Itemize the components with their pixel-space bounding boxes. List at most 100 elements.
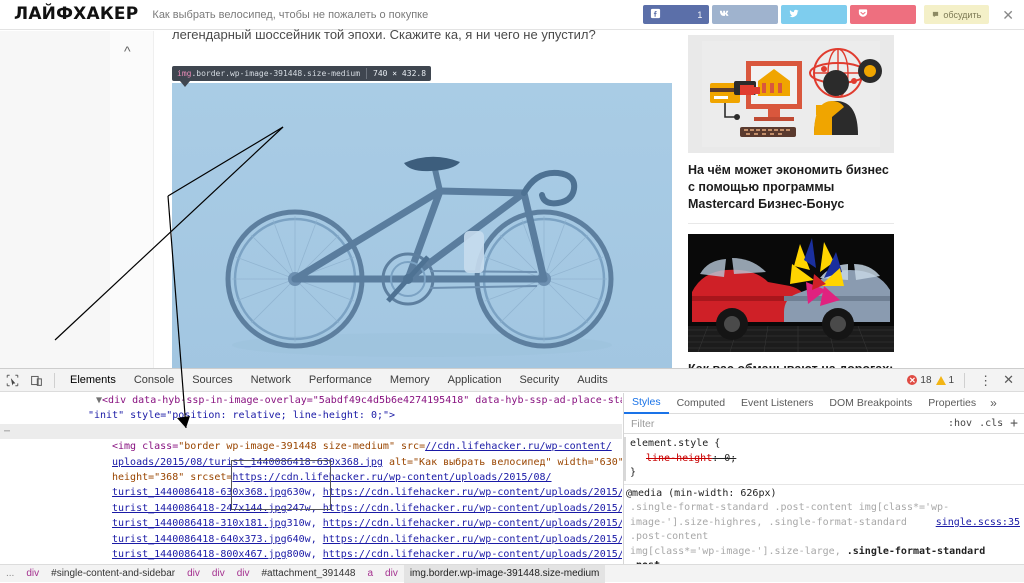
styles-more-tabs-icon[interactable]: » <box>984 396 1003 410</box>
right-gutter <box>910 31 1024 368</box>
toggle-device-toolbar-icon[interactable] <box>24 369 48 392</box>
styles-filter-row: Filter :hov .cls + <box>624 414 1024 434</box>
css-property[interactable]: line-height <box>646 453 712 464</box>
dom-line[interactable]: <img class="border wp-image-391448 size-… <box>0 439 622 454</box>
dom-link[interactable]: turist_1440086418-640x373.jpg <box>112 534 287 545</box>
dom-code: alt="Как выбрать велосипед" width="630" <box>382 456 622 468</box>
styles-tabs: Styles Computed Event Listeners DOM Brea… <box>624 393 1024 414</box>
devtools-tab-sources[interactable]: Sources <box>183 369 241 392</box>
sidebar-ad-item[interactable]: Как вас обманывают на дорогах: уловки из… <box>688 233 894 368</box>
devtools-tab-audits[interactable]: Audits <box>568 369 617 392</box>
article-paragraph-fragment: легендарный шоссейник той эпохи. Скажите… <box>172 27 596 42</box>
dom-code: "init" style="position: relative; line-h… <box>88 410 396 422</box>
dom-ellipsis[interactable]: ⋯ <box>4 424 10 439</box>
stylesheet-source-link[interactable]: single.scss:35 <box>936 516 1020 531</box>
devtools-tab-network[interactable]: Network <box>242 369 300 392</box>
sidebar-divider <box>688 222 894 224</box>
dom-code: "border wp-image-391448 size-medium" <box>178 441 395 453</box>
close-share-bar-icon[interactable]: ✕ <box>1002 8 1014 22</box>
devtools-tab-application[interactable]: Application <box>439 369 511 392</box>
dom-tree-pane[interactable]: ▼<div data-hyb-ssp-in-image-overlay="5ab… <box>0 393 622 565</box>
devtools-tab-memory[interactable]: Memory <box>381 369 439 392</box>
sidebar-ad-title[interactable]: Как вас обманывают на дорогах: уловки из… <box>688 361 894 368</box>
dom-link[interactable]: turist_1440086418-310x181.jpg <box>112 518 287 529</box>
car-crash-illustration-icon <box>688 233 894 352</box>
selector-line[interactable]: img[class*='wp-image-'].size-large, .sin… <box>624 545 1024 566</box>
styles-tab-event-listeners[interactable]: Event Listeners <box>733 393 821 414</box>
new-style-rule-button[interactable]: + <box>1010 416 1018 431</box>
breadcrumb-item[interactable]: div <box>231 565 256 583</box>
dom-link[interactable]: https://cdn.lifehacker.ru/wp-content/upl… <box>323 534 622 545</box>
sidebar-ad-title[interactable]: На чём может экономить бизнес с помощью … <box>688 162 894 213</box>
css-selector: .single-format-standard .post-content im… <box>630 502 950 513</box>
error-count: 18 <box>920 374 932 386</box>
bicycle-photo <box>172 83 672 368</box>
devtools-panel: Elements Console Sources Network Perform… <box>0 368 1024 583</box>
dom-link[interactable]: //cdn.lifehacker.ru/wp-content/ <box>425 441 612 452</box>
dom-code: 630w, <box>286 487 317 499</box>
error-count-badge[interactable]: ✕ 18 <box>907 374 932 386</box>
dom-code: height="368" srcset= <box>112 472 233 484</box>
dom-line[interactable]: "init" style="position: relative; line-h… <box>0 408 622 423</box>
element-style-declaration[interactable]: line-height: 0; <box>624 452 1024 467</box>
css-value[interactable]: : 0; <box>712 453 736 464</box>
devtools-tab-security[interactable]: Security <box>510 369 568 392</box>
breadcrumb-item[interactable]: div <box>206 565 231 583</box>
share-pocket-button[interactable] <box>850 5 917 24</box>
dom-link[interactable]: turist_1440086418-247x144.jpg <box>112 503 287 514</box>
dom-link[interactable]: https://cdn.lifehacker.ru/wp-content/upl… <box>323 487 622 498</box>
site-logo[interactable]: ЛАЙФХАКЕР <box>14 6 138 23</box>
highlighted-image-element[interactable] <box>172 83 672 368</box>
styles-filter-input[interactable]: Filter <box>631 418 654 430</box>
breadcrumb-item[interactable]: div <box>181 565 206 583</box>
dom-srcset-row[interactable]: turist_1440086418-640x373.jpg640w, https… <box>0 532 622 547</box>
dom-line-selected-start[interactable]: ⋯ <box>0 423 622 440</box>
devtools-tab-performance[interactable]: Performance <box>300 369 381 392</box>
dom-link[interactable]: turist_1440086418-800x467.jpg <box>112 549 287 560</box>
dom-srcset-row[interactable]: turist_1440086418-800x467.jpg800w, https… <box>0 547 622 562</box>
dom-srcset-row[interactable]: turist_1440086418-310x181.jpg310w, https… <box>0 516 622 531</box>
dom-link[interactable]: turist_1440086418-630x368.jpg <box>112 487 287 498</box>
devtools-more-menu-icon[interactable]: ⋮ <box>975 374 996 387</box>
breadcrumb-item[interactable]: div <box>20 565 45 583</box>
inspect-element-icon[interactable] <box>0 369 24 392</box>
styles-rules-list: element.style { line-height: 0; } @media… <box>624 434 1024 565</box>
selector-line[interactable]: .single-format-standard .post-content im… <box>624 501 1024 528</box>
dom-link[interactable]: uploads/2015/08/turist_1440086418-630x36… <box>112 457 383 468</box>
devtools-tab-elements[interactable]: Elements <box>61 369 125 392</box>
dom-link[interactable]: https://cdn.lifehacker.ru/wp-content/upl… <box>232 472 551 483</box>
styles-tab-styles[interactable]: Styles <box>624 393 669 414</box>
styles-tab-computed[interactable]: Computed <box>669 393 733 414</box>
share-twitter-button[interactable] <box>781 5 848 24</box>
styles-filter-actions: :hov .cls + <box>948 416 1024 431</box>
dom-srcset-row[interactable]: turist_1440086418-247x144.jpg247w, https… <box>0 501 622 516</box>
css-selector: img[class*='wp-image-'].size-large, <box>630 545 847 557</box>
breadcrumb-item[interactable]: a <box>361 565 379 583</box>
dom-line[interactable]: uploads/2015/08/turist_1440086418-630x36… <box>0 455 622 470</box>
discuss-button[interactable]: обсудить <box>924 5 990 24</box>
breadcrumb-item[interactable]: div <box>379 565 404 583</box>
devtools-tab-console[interactable]: Console <box>125 369 183 392</box>
inspector-tooltip: img .border.wp-image-391448.size-medium 7… <box>172 66 432 87</box>
dom-code: <div data-hyb-ssp-in-image-overlay="5abd… <box>102 395 622 406</box>
class-toggle[interactable]: .cls <box>979 418 1003 429</box>
scroll-to-top-icon[interactable]: ^ <box>124 43 131 59</box>
breadcrumb-item[interactable]: #attachment_391448 <box>256 565 362 583</box>
dom-link[interactable]: https://cdn.lifehacker.ru/wp-content/upl… <box>323 549 622 560</box>
breadcrumb-ellipsis[interactable]: ... <box>0 565 20 583</box>
dom-srcset-row[interactable]: turist_1440086418-630x368.jpg630w, https… <box>0 485 622 500</box>
share-vk-button[interactable] <box>712 5 779 24</box>
dom-line[interactable]: ▼<div data-hyb-ssp-in-image-overlay="5ab… <box>0 393 622 408</box>
share-facebook-button[interactable]: 1 <box>643 5 710 24</box>
dom-link[interactable]: https://cdn.lifehacker.ru/wp-content/upl… <box>323 518 622 529</box>
breadcrumb-item-selected[interactable]: img.border.wp-image-391448.size-medium <box>403 564 606 583</box>
breadcrumb-item[interactable]: #single-content-and-sidebar <box>45 565 181 583</box>
sidebar-ad-item[interactable]: На чём может экономить бизнес с помощью … <box>688 35 894 213</box>
dom-line[interactable]: height="368" srcset=https://cdn.lifehack… <box>0 470 622 485</box>
dom-link[interactable]: https://cdn.lifehacker.ru/wp-content/upl… <box>323 503 622 514</box>
styles-tab-dom-breakpoints[interactable]: DOM Breakpoints <box>821 393 920 414</box>
styles-tab-properties[interactable]: Properties <box>920 393 984 414</box>
devtools-close-icon[interactable]: ✕ <box>1000 372 1017 388</box>
warning-count-badge[interactable]: 1 <box>935 375 954 386</box>
hover-state-toggle[interactable]: :hov <box>948 418 972 429</box>
